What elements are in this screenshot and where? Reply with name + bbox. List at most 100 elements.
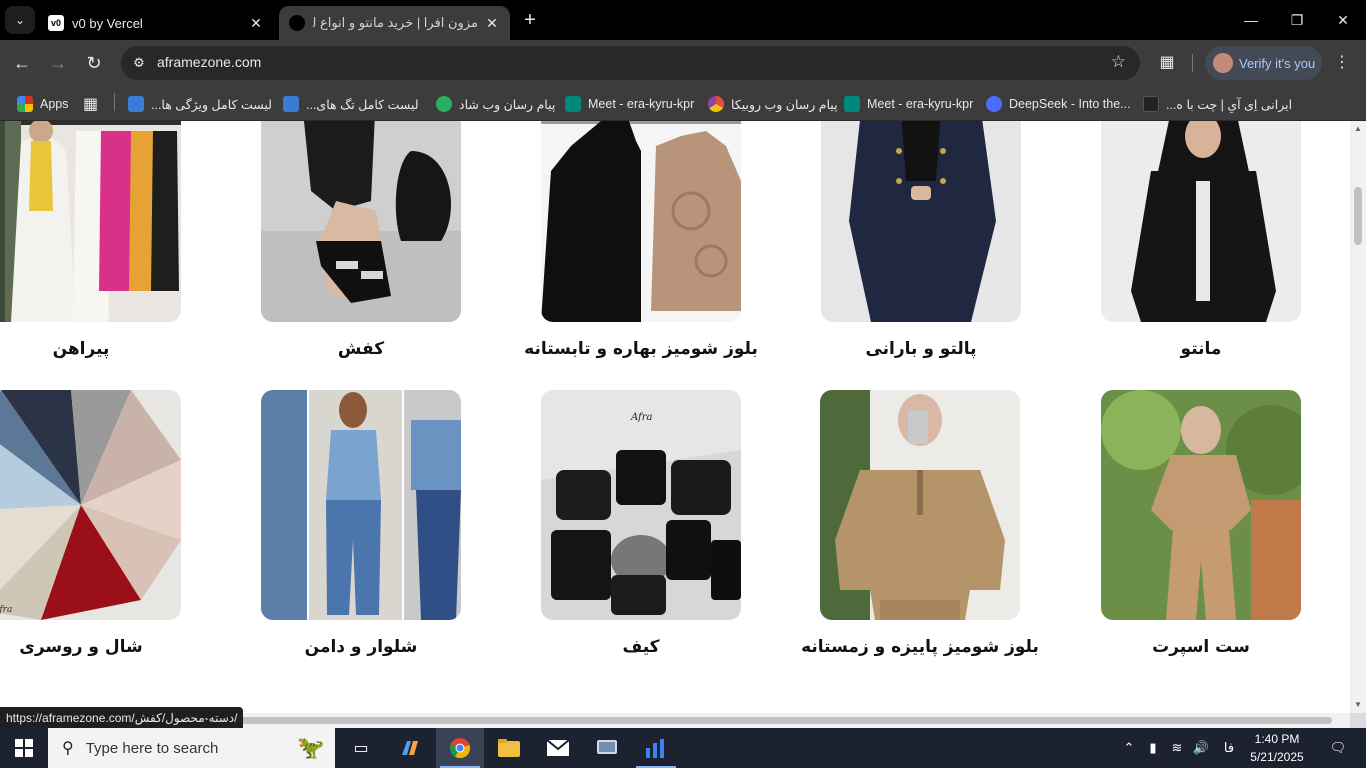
category-image[interactable]	[0, 121, 181, 322]
meet-icon	[565, 96, 581, 112]
bookmark-item[interactable]: لیست کامل تگ های...	[283, 92, 419, 116]
bookmark-star-icon[interactable]: ☆	[1111, 52, 1126, 72]
task-view-icon[interactable]: ▭	[337, 728, 385, 768]
category-image[interactable]: Afra	[541, 390, 741, 620]
verify-profile-button[interactable]: Verify it's you	[1205, 46, 1322, 80]
scrollbar-corner	[1350, 713, 1366, 728]
category-label[interactable]: شلوار و دامن	[221, 637, 501, 657]
site-info-icon[interactable]: ⚙	[129, 53, 149, 73]
category-grid: پیراهن کفش بلوز شومیز بهاره و تابستانه پ…	[0, 121, 1350, 713]
bookmark-item[interactable]: ایرانی اِی آیِ | چت با ه...	[1143, 92, 1292, 116]
taskbar: ⚲ Type here to search 🦖 ▭ ⌃ ▮ ≋ 🔊 فا 1:4…	[0, 728, 1366, 768]
extensions-icon[interactable]: ▦	[1154, 50, 1180, 76]
tab-search-button[interactable]: ⌄	[5, 6, 35, 34]
avatar	[1213, 53, 1233, 73]
deepseek-icon	[986, 96, 1002, 112]
notifications-icon[interactable]: 🗨	[1318, 728, 1358, 768]
clock[interactable]: 1:40 PM 5/21/2025	[1245, 730, 1309, 766]
meet-icon	[844, 96, 860, 112]
v0-icon: v0	[48, 15, 64, 31]
battery-icon[interactable]: ▮	[1142, 728, 1164, 768]
back-button[interactable]: ←	[8, 49, 36, 77]
tab-title: مزون افرا | خرید مانتو و انواع لباس	[313, 15, 478, 30]
category-label[interactable]: پیراهن	[0, 339, 221, 359]
browser-titlebar: ⌄ v0 v0 by Vercel ✕ مزون افرا | خرید مان…	[0, 0, 1366, 40]
language-indicator[interactable]: فا	[1216, 728, 1242, 768]
scroll-thumb[interactable]	[1354, 187, 1362, 245]
bookmark-icon	[283, 96, 299, 112]
scroll-down-icon[interactable]: ▼	[1353, 700, 1363, 709]
category-label[interactable]: پالتو و بارانی	[781, 339, 1061, 359]
arrow-left-icon: ←	[13, 52, 31, 73]
category-image[interactable]	[1101, 121, 1301, 322]
restore-button[interactable]: ❐	[1274, 0, 1320, 40]
chevron-down-icon: ⌄	[14, 13, 26, 27]
url-text: aframezone.com	[157, 54, 262, 70]
bookmark-apps[interactable]: Apps	[17, 92, 69, 116]
copilot-icon[interactable]	[386, 728, 434, 768]
bookmark-item[interactable]: لیست کامل ویژگی ها...	[128, 92, 272, 116]
category-image[interactable]	[261, 390, 461, 620]
category-label[interactable]: مانتو	[1061, 339, 1341, 359]
start-button[interactable]	[0, 728, 48, 768]
category-image[interactable]	[821, 121, 1021, 322]
tab-aframezone[interactable]: مزون افرا | خرید مانتو و انواع لباس ✕	[279, 6, 510, 40]
vertical-scrollbar[interactable]: ▲ ▼	[1350, 121, 1366, 713]
clock-date: 5/21/2025	[1250, 750, 1304, 764]
category-image[interactable]	[820, 390, 1020, 620]
verify-label: Verify it's you	[1239, 55, 1316, 71]
tab-close-icon[interactable]: ✕	[484, 15, 500, 32]
grid-icon[interactable]: ▦	[83, 92, 98, 116]
category-label[interactable]: ست اسپرت	[1061, 637, 1341, 657]
bookmark-item[interactable]: Meet - era-kyru-kpr	[844, 92, 973, 116]
tab-v0[interactable]: v0 v0 by Vercel ✕	[38, 6, 274, 40]
scroll-up-icon[interactable]: ▲	[1353, 124, 1363, 133]
volume-icon[interactable]: 🔊	[1190, 728, 1212, 768]
close-window-button[interactable]: ✕	[1320, 0, 1366, 40]
site-icon	[289, 15, 305, 31]
category-label[interactable]: بلوز شومیز بهاره و تابستانه	[501, 339, 781, 359]
wifi-icon[interactable]: ≋	[1166, 728, 1188, 768]
chrome-icon[interactable]	[436, 728, 484, 768]
toolbar-divider	[1192, 54, 1193, 72]
chevron-up-icon[interactable]: ⌃	[1118, 728, 1140, 768]
tab-close-icon[interactable]: ✕	[248, 15, 264, 32]
clock-time: 1:40 PM	[1254, 732, 1300, 746]
reload-button[interactable]: ↻	[80, 49, 108, 77]
search-icon: ⚲	[62, 740, 74, 757]
control-panel-icon[interactable]	[583, 728, 631, 768]
windows-icon	[15, 739, 33, 757]
shad-icon	[436, 96, 452, 112]
forward-button[interactable]: →	[44, 49, 72, 77]
category-image[interactable]	[541, 121, 741, 322]
category-label[interactable]: شال و روسری	[0, 637, 221, 657]
afra-watermark: Afra	[0, 605, 12, 615]
reload-icon: ↻	[86, 52, 102, 73]
search-placeholder: Type here to search	[85, 739, 219, 757]
arrow-right-icon: →	[49, 52, 67, 73]
category-image[interactable]	[1101, 390, 1301, 620]
browser-toolbar: ← → ↻ ⚙ aframezone.com ☆ ▦ Verify it's y…	[0, 40, 1366, 86]
tab-title: v0 by Vercel	[72, 15, 143, 31]
app-chart-icon[interactable]	[632, 728, 680, 768]
afra-watermark: Afra	[630, 412, 653, 423]
address-bar[interactable]: ⚙ aframezone.com ☆	[121, 46, 1140, 80]
minimize-button[interactable]: —	[1228, 0, 1274, 40]
new-tab-button[interactable]: +	[518, 8, 542, 32]
apps-grid-icon	[17, 96, 33, 112]
category-label[interactable]: کیف	[501, 637, 781, 657]
search-highlight-icon[interactable]: 🦖	[287, 728, 335, 768]
bookmark-item[interactable]: پیام رسان وب شاد	[436, 92, 555, 116]
category-image[interactable]: Afra	[0, 390, 181, 620]
category-label[interactable]: کفش	[221, 339, 501, 359]
bookmark-item[interactable]: Meet - era-kyru-kpr	[565, 92, 694, 116]
category-image[interactable]	[261, 121, 461, 322]
bookmark-item[interactable]: پیام رسان وب روبیکا	[708, 92, 838, 116]
menu-kebab-icon[interactable]: ⋮	[1334, 50, 1350, 76]
file-explorer-icon[interactable]	[485, 728, 533, 768]
bookmark-icon	[128, 96, 144, 112]
category-label[interactable]: بلوز شومیز پاییزه و زمستانه	[780, 637, 1060, 657]
mail-icon[interactable]	[534, 728, 582, 768]
status-bar-url: https://aframezone.com/دسته-محصول/کفش/	[0, 707, 244, 729]
bookmark-item[interactable]: DeepSeek - Into the...	[986, 92, 1131, 116]
